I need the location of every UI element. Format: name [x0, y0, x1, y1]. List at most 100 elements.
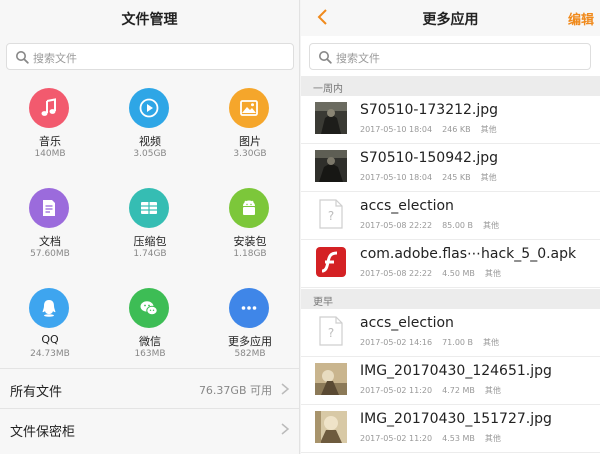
- file-size: 4.72 MB: [442, 386, 475, 395]
- file-row[interactable]: ? accs_election 2017-05-02 14:16 71.00 B 其…: [301, 309, 600, 357]
- svg-text:?: ?: [328, 326, 334, 340]
- search-input[interactable]: 搜索文件: [6, 43, 294, 70]
- edit-button[interactable]: 编辑: [568, 9, 594, 28]
- unknown-file-icon: ?: [319, 316, 343, 346]
- image-icon: [229, 88, 269, 128]
- category-name: 文档: [39, 235, 61, 248]
- document-icon: [29, 188, 69, 228]
- file-meta: 2017-05-02 11:20 4.53 MB 其他: [360, 433, 511, 444]
- file-name: com.adobe.flas⋯hack_5_0.apk: [360, 246, 577, 262]
- search-icon: [16, 51, 29, 64]
- all-files-row[interactable]: 所有文件 76.37GB 可用: [0, 368, 299, 408]
- file-date: 2017-05-10 18:04: [360, 125, 433, 134]
- category-size: 1.18GB: [233, 249, 267, 259]
- file-meta: 2017-05-08 22:22 85.00 B 其他: [360, 220, 509, 231]
- file-meta: 2017-05-10 18:04 245 KB 其他: [360, 172, 507, 183]
- file-row[interactable]: S70510-150942.jpg 2017-05-10 18:04 245 KB…: [301, 144, 600, 192]
- file-row[interactable]: IMG_20170430_124651.jpg 2017-05-02 11:20…: [301, 357, 600, 405]
- photo-dark-thumbnail: [315, 102, 347, 134]
- file-date: 2017-05-02 11:20: [360, 434, 433, 443]
- file-meta: 2017-05-10 18:04 246 KB 其他: [360, 124, 507, 135]
- storage-available: 76.37GB 可用: [198, 384, 272, 397]
- search-placeholder: 搜索文件: [336, 52, 380, 65]
- category-name: 音乐: [39, 135, 61, 148]
- section-label: 更早: [313, 297, 333, 308]
- file-meta: 2017-05-08 22:22 4.50 MB 其他: [360, 268, 511, 279]
- video-icon: [129, 88, 169, 128]
- search-input[interactable]: 搜索文件: [309, 43, 591, 70]
- category-size: 3.05GB: [133, 149, 167, 159]
- category-name: 压缩包: [133, 235, 167, 248]
- category-music[interactable]: 音乐 140MB: [0, 80, 100, 176]
- category-installers[interactable]: 安装包 1.18GB: [200, 180, 299, 276]
- file-name: S70510-173212.jpg: [360, 102, 499, 118]
- more-apps-panel: 更多应用 编辑 搜索文件 一周内 S70510-173212.jpg 2017-…: [301, 0, 600, 454]
- wechat-icon: [129, 288, 169, 328]
- archive-icon: [129, 188, 169, 228]
- section-header: 一周内: [301, 76, 600, 96]
- category-size: 582MB: [234, 349, 266, 359]
- chevron-right-icon: [281, 423, 290, 435]
- section-header: 更早: [301, 289, 600, 309]
- category-name: 微信: [139, 335, 161, 348]
- section-label: 一周内: [313, 84, 343, 95]
- category-more-apps[interactable]: 更多应用 582MB: [200, 280, 299, 376]
- category-name: 图片: [239, 135, 261, 148]
- file-size: 4.50 MB: [442, 269, 475, 278]
- file-manager-panel: 文件管理 搜索文件 音乐 140MB 视频 3.05GB 图片 3.30GB 文…: [0, 0, 300, 454]
- file-size: 85.00 B: [442, 221, 474, 230]
- file-name: IMG_20170430_151727.jpg: [360, 411, 552, 427]
- file-type: 其他: [483, 338, 500, 347]
- category-documents[interactable]: 文档 57.60MB: [0, 180, 100, 276]
- flash-app-icon: [316, 247, 346, 277]
- photo-light-thumbnail: [315, 363, 347, 395]
- unknown-file-icon: ?: [319, 199, 343, 229]
- category-grid: 音乐 140MB 视频 3.05GB 图片 3.30GB 文档 57.60MB: [0, 80, 299, 368]
- category-size: 57.60MB: [30, 249, 70, 259]
- file-date: 2017-05-02 11:20: [360, 386, 433, 395]
- file-vault-row[interactable]: 文件保密柜: [0, 408, 299, 448]
- search-icon: [319, 51, 332, 64]
- file-row[interactable]: ? accs_election 2017-05-08 22:22 85.00 B 其…: [301, 192, 600, 240]
- more-icon: [229, 288, 269, 328]
- file-type: 其他: [484, 269, 501, 278]
- category-name: 更多应用: [228, 335, 272, 348]
- page-title: 文件管理: [121, 12, 178, 28]
- file-date: 2017-05-02 14:16: [360, 338, 433, 347]
- svg-text:?: ?: [328, 209, 334, 223]
- file-type: 其他: [483, 221, 500, 230]
- file-size: 246 KB: [442, 125, 471, 134]
- category-archives[interactable]: 压缩包 1.74GB: [100, 180, 200, 276]
- category-name: QQ: [41, 333, 59, 346]
- file-date: 2017-05-08 22:22: [360, 269, 433, 278]
- android-icon: [229, 188, 269, 228]
- file-row[interactable]: IMG_20170430_151727.jpg 2017-05-02 11:20…: [301, 405, 600, 453]
- file-type: 其他: [484, 434, 501, 443]
- file-date: 2017-05-10 18:04: [360, 173, 433, 182]
- file-meta: 2017-05-02 11:20 4.72 MB 其他: [360, 385, 511, 396]
- photo-light-thumbnail: [315, 411, 347, 443]
- category-images[interactable]: 图片 3.30GB: [200, 80, 299, 176]
- search-placeholder: 搜索文件: [33, 52, 77, 65]
- file-row[interactable]: S70510-173212.jpg 2017-05-10 18:04 246 KB…: [301, 96, 600, 144]
- chevron-right-icon: [281, 383, 290, 395]
- file-type: 其他: [480, 173, 497, 182]
- file-name: IMG_20170430_124651.jpg: [360, 363, 552, 379]
- file-type: 其他: [484, 386, 501, 395]
- file-row[interactable]: com.adobe.flas⋯hack_5_0.apk 2017-05-08 2…: [301, 240, 600, 288]
- all-files-label: 所有文件: [10, 385, 63, 400]
- more-apps-header: 更多应用 编辑: [301, 0, 600, 36]
- category-video[interactable]: 视频 3.05GB: [100, 80, 200, 176]
- category-qq[interactable]: QQ 24.73MB: [0, 280, 100, 376]
- category-name: 安装包: [233, 235, 267, 248]
- file-name: accs_election: [360, 198, 454, 214]
- category-size: 24.73MB: [30, 349, 70, 359]
- category-size: 140MB: [34, 149, 66, 159]
- file-size: 71.00 B: [442, 338, 474, 347]
- file-size: 245 KB: [442, 173, 471, 182]
- file-date: 2017-05-08 22:22: [360, 221, 433, 230]
- category-wechat[interactable]: 微信 163MB: [100, 280, 200, 376]
- qq-icon: [29, 288, 69, 328]
- category-name: 视频: [139, 135, 161, 148]
- file-type: 其他: [480, 125, 497, 134]
